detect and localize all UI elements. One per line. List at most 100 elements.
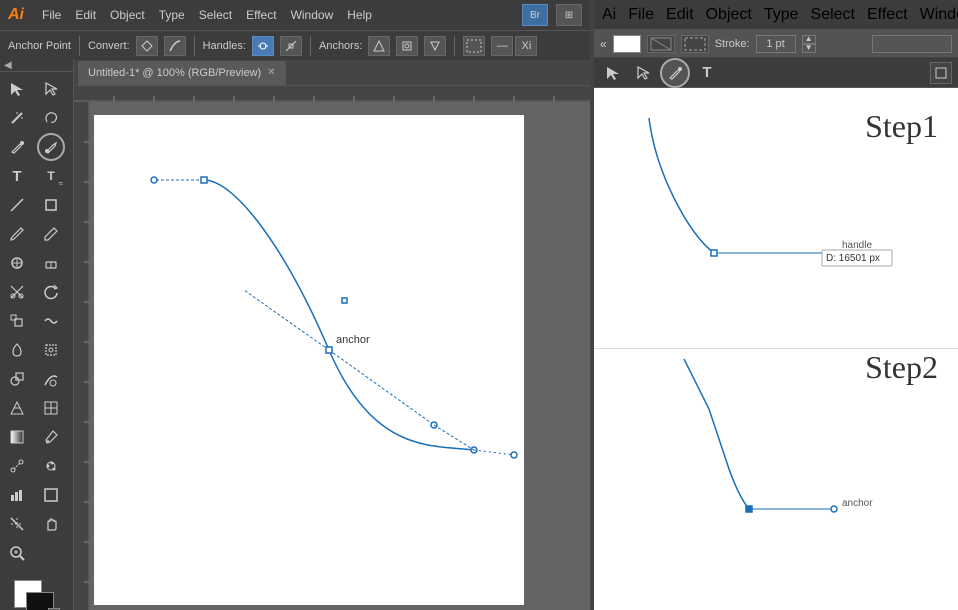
- zoom-tool-btn[interactable]: [3, 539, 31, 567]
- handles-btn-1[interactable]: [252, 36, 274, 56]
- pen-tool-btn[interactable]: [3, 133, 31, 161]
- free-transform-tool-btn[interactable]: [37, 336, 65, 364]
- blob-tool-btn[interactable]: [3, 249, 31, 277]
- stroke-value-input[interactable]: [756, 35, 796, 53]
- warp-tool-btn[interactable]: [37, 307, 65, 335]
- step1-area: Step1 handle D: 16501 px: [594, 98, 958, 349]
- text-tool-btn[interactable]: T: [3, 162, 31, 190]
- handle-label-step1: handle: [842, 240, 872, 251]
- right-ai-logo: Ai: [602, 6, 616, 24]
- anchors-btn-2[interactable]: [396, 36, 418, 56]
- menu-type-left[interactable]: Type: [159, 8, 185, 22]
- stroke-mode-box[interactable]: [681, 35, 709, 53]
- right-tools-row: T: [594, 58, 958, 88]
- slice-tool-btn[interactable]: [3, 510, 31, 538]
- hand-tool-btn[interactable]: [37, 510, 65, 538]
- stroke-text-label: Stroke:: [715, 38, 750, 50]
- right-menu-bar: Ai File Edit Object Type Select Effect W…: [594, 0, 958, 30]
- vertical-ruler: [74, 102, 90, 610]
- right-menu-edit[interactable]: Edit: [666, 6, 694, 24]
- stroke-btn[interactable]: [463, 36, 485, 56]
- convert-btn-2[interactable]: [164, 36, 186, 56]
- menu-window-left[interactable]: Window: [291, 8, 334, 22]
- step2-area: Step2 anchor: [594, 339, 958, 610]
- toolbar-sep-2: [194, 36, 195, 56]
- scissors-tool-btn[interactable]: [3, 278, 31, 306]
- horizontal-ruler: [74, 86, 590, 102]
- paintbrush-tool-btn[interactable]: [3, 220, 31, 248]
- right-menu-object[interactable]: Object: [706, 6, 752, 24]
- perspective-grid-tool-btn[interactable]: [3, 394, 31, 422]
- right-pen-tool-active[interactable]: [660, 58, 690, 88]
- anchor-point-label: Anchor Point: [8, 40, 71, 52]
- left-tools-panel: ◀: [0, 60, 74, 610]
- tooltip-step1: D: 16501 px: [826, 253, 880, 264]
- anchor-label-step2: anchor: [842, 498, 873, 509]
- rotate-tool-btn[interactable]: [37, 278, 65, 306]
- magic-wand-tool-btn[interactable]: [3, 104, 31, 132]
- menu-object-left[interactable]: Object: [110, 8, 145, 22]
- right-menu-window[interactable]: Window: [920, 6, 958, 24]
- collapse-icon[interactable]: «: [600, 37, 607, 51]
- stroke-spinners[interactable]: ▲ ▼: [802, 35, 816, 53]
- right-stroke-bar: « Stroke: ▲ ▼: [594, 30, 958, 58]
- shape-tool-btn[interactable]: [37, 191, 65, 219]
- width-tool-btn[interactable]: [3, 336, 31, 364]
- convert-btn-1[interactable]: [136, 36, 158, 56]
- convert-label: Convert:: [88, 40, 130, 52]
- document-tab[interactable]: Untitled-1* @ 100% (RGB/Preview) ✕: [78, 61, 287, 85]
- fill-none-box[interactable]: [647, 35, 675, 53]
- anchors-btn-1[interactable]: [368, 36, 390, 56]
- right-menu-effect[interactable]: Effect: [867, 6, 908, 24]
- tab-bar: Untitled-1* @ 100% (RGB/Preview) ✕: [74, 60, 590, 86]
- right-menu-type[interactable]: Type: [764, 6, 799, 24]
- stroke-down-btn[interactable]: ▼: [802, 44, 816, 53]
- lasso-tool-btn[interactable]: [37, 104, 65, 132]
- tab-title: Untitled-1* @ 100% (RGB/Preview): [88, 67, 261, 79]
- menu-edit-left[interactable]: Edit: [75, 8, 96, 22]
- anchor-label-canvas: anchor: [336, 334, 370, 346]
- step1-svg: handle D: 16501 px: [594, 98, 958, 348]
- right-menu-select[interactable]: Select: [811, 6, 855, 24]
- mesh-tool-btn[interactable]: [37, 394, 65, 422]
- left-menu-bar: Ai File Edit Object Type Select Effect W…: [0, 0, 590, 30]
- right-direct-select-btn[interactable]: [630, 60, 656, 86]
- scale-tool-btn[interactable]: [3, 307, 31, 335]
- column-graph-tool-btn[interactable]: [3, 481, 31, 509]
- menu-select-left[interactable]: Select: [199, 8, 232, 22]
- direct-select-tool-btn[interactable]: [37, 75, 65, 103]
- color-swatch-container[interactable]: [14, 580, 60, 610]
- right-select-btn[interactable]: [600, 60, 626, 86]
- pencil-tool-btn[interactable]: [37, 220, 65, 248]
- stroke-dash-2[interactable]: Xi: [515, 36, 537, 56]
- handles-label: Handles:: [203, 40, 246, 52]
- live-paint-tool-btn[interactable]: [37, 365, 65, 393]
- stroke-dash-1[interactable]: —: [491, 36, 513, 56]
- blend-tool-btn[interactable]: [3, 452, 31, 480]
- eyedropper-tool-btn[interactable]: [37, 423, 65, 451]
- tab-close-btn[interactable]: ✕: [267, 67, 275, 78]
- symbol-spray-tool-btn[interactable]: [37, 452, 65, 480]
- menu-help-left[interactable]: Help: [347, 8, 372, 22]
- eraser-tool-btn[interactable]: [37, 249, 65, 277]
- right-text-btn[interactable]: T: [694, 60, 720, 86]
- stroke-dash-box[interactable]: [872, 35, 952, 53]
- right-menu-file[interactable]: File: [628, 6, 654, 24]
- stroke-color-box[interactable]: [613, 35, 641, 53]
- app-switcher-btn[interactable]: Br: [522, 4, 548, 26]
- menu-file-left[interactable]: File: [42, 8, 61, 22]
- line-tool-btn[interactable]: [3, 191, 31, 219]
- touch-type-tool-btn[interactable]: T ≈: [37, 162, 65, 190]
- handles-btn-2[interactable]: [280, 36, 302, 56]
- artboard-tool-btn[interactable]: [37, 481, 65, 509]
- menu-effect-left[interactable]: Effect: [246, 8, 276, 22]
- anchor-point-tool-btn[interactable]: [37, 133, 65, 161]
- right-icon-1[interactable]: [930, 62, 952, 84]
- anchors-btn-3[interactable]: [424, 36, 446, 56]
- arrange-btn[interactable]: ⊞: [556, 4, 582, 26]
- tools-panel-header: ◀: [0, 60, 73, 72]
- shape-builder-tool-btn[interactable]: [3, 365, 31, 393]
- color-swatches-area: × ×: [0, 574, 73, 610]
- select-tool-btn[interactable]: [3, 75, 31, 103]
- gradient-tool-btn[interactable]: [3, 423, 31, 451]
